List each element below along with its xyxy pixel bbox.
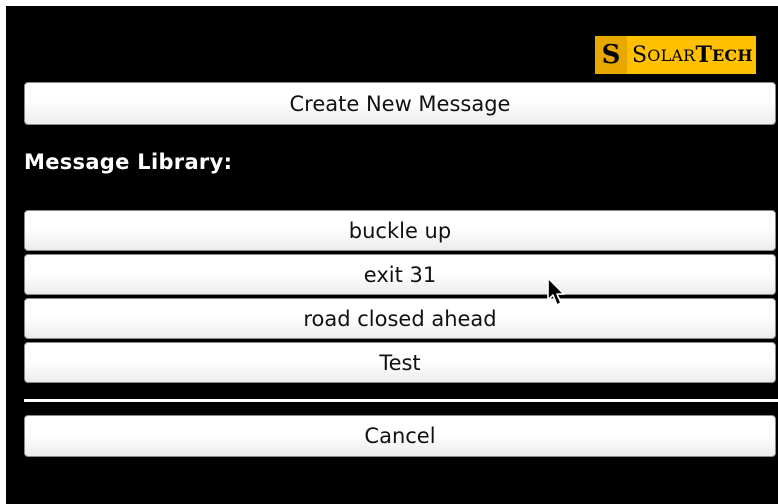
cancel-button[interactable]: Cancel — [24, 415, 776, 457]
message-screen: S S OLAR T ECH Create New Message Message L… — [6, 6, 778, 504]
library-item-buckle-up[interactable]: buckle up — [24, 210, 776, 251]
library-item-test[interactable]: Test — [24, 342, 776, 383]
solartech-logo: S S OLAR T ECH — [595, 36, 756, 74]
solartech-logo-mark: S — [595, 36, 627, 74]
mouse-pointer-icon — [547, 277, 565, 306]
library-item-road-closed-ahead[interactable]: road closed ahead — [24, 298, 776, 339]
solartech-logo-text: S OLAR T ECH — [627, 36, 756, 74]
message-library-heading: Message Library: — [24, 150, 233, 174]
library-item-exit-31[interactable]: exit 31 — [24, 254, 776, 295]
create-new-message-button[interactable]: Create New Message — [24, 82, 776, 125]
divider — [24, 399, 778, 402]
